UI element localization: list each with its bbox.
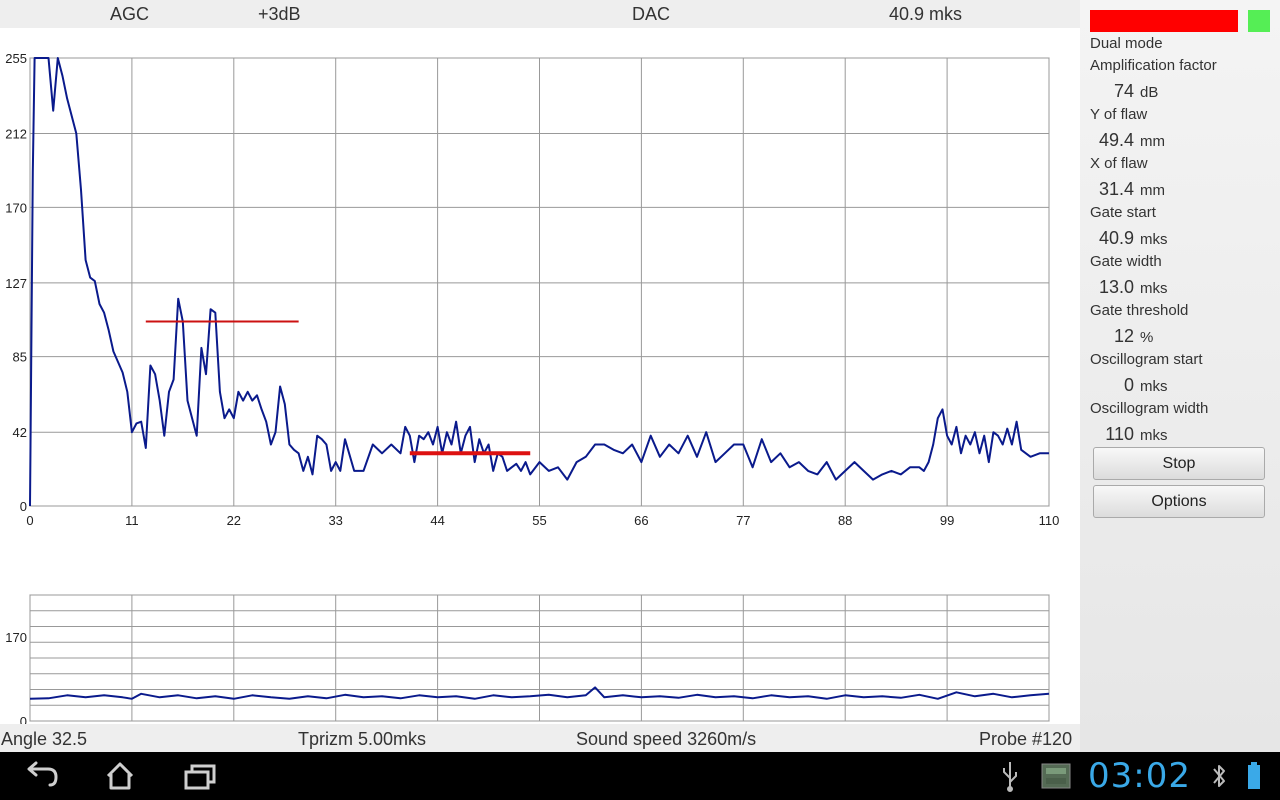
x-tick-label: 22 bbox=[227, 513, 241, 528]
x-of-flaw-label: X of flaw bbox=[1090, 155, 1148, 172]
back-icon[interactable] bbox=[27, 761, 58, 787]
oscillogram-area: 0 11 22 33 44 55 66 77 88 99 110 0 42 85 127 170 212 255 … bbox=[0, 28, 1080, 724]
y-tick-label: 42 bbox=[13, 425, 27, 440]
x-tick-label: 11 bbox=[125, 513, 139, 528]
status-header: AGC +3dB DAC 40.9 mks bbox=[0, 0, 1080, 28]
tprizm-label: Tprizm 5.00mks bbox=[298, 729, 427, 749]
a-scan-chart: 0 11 22 33 44 55 66 77 88 99 110 0 42 85 127 170 212 255 bbox=[5, 51, 1060, 528]
x-tick-label: 66 bbox=[634, 513, 648, 528]
bluetooth-icon bbox=[1213, 765, 1225, 787]
y-tick-label: 212 bbox=[5, 127, 27, 142]
mode-label: Dual mode bbox=[1090, 35, 1163, 52]
y-of-flaw-unit: mm bbox=[1140, 133, 1165, 150]
dac-label: DAC bbox=[632, 4, 671, 24]
gate-start-label: Gate start bbox=[1090, 204, 1156, 221]
usb-icon bbox=[1003, 762, 1017, 792]
oscillogram-width-unit: mks bbox=[1140, 427, 1168, 444]
gallery-icon bbox=[1041, 763, 1071, 789]
gate-threshold-unit: % bbox=[1140, 329, 1154, 346]
probe-label: Probe #120 bbox=[979, 729, 1073, 749]
battery-icon bbox=[1248, 762, 1260, 789]
x-tick-label: 99 bbox=[940, 513, 954, 528]
oscillogram-start-label: Oscillogram start bbox=[1090, 351, 1203, 368]
system-navbar: 03:02 bbox=[0, 752, 1280, 800]
gate-width-label: Gate width bbox=[1090, 253, 1162, 270]
gain-label: +3dB bbox=[258, 4, 301, 24]
y-of-flaw-label: Y of flaw bbox=[1090, 106, 1148, 123]
oscillogram-start-value[interactable]: 0 bbox=[1094, 375, 1134, 396]
alarm-indicator bbox=[1090, 10, 1238, 32]
oscillogram-start-unit: mks bbox=[1140, 378, 1168, 395]
x-tick-label: 44 bbox=[430, 513, 444, 528]
amplification-factor-label: Amplification factor bbox=[1090, 57, 1217, 74]
x-tick-label: 33 bbox=[328, 513, 342, 528]
y-tick-label: 0 bbox=[20, 714, 27, 724]
x-tick-label: 0 bbox=[26, 513, 33, 528]
gate-start-value[interactable]: 40.9 bbox=[1094, 228, 1134, 249]
oscillogram-width-label: Oscillogram width bbox=[1090, 400, 1209, 417]
overview-chart: 0 170 bbox=[5, 594, 1050, 724]
x-tick-label: 77 bbox=[736, 513, 750, 528]
y-tick-label: 85 bbox=[13, 350, 27, 365]
recent-apps-icon[interactable] bbox=[184, 764, 216, 790]
x-tick-label: 55 bbox=[532, 513, 546, 528]
x-of-flaw-value[interactable]: 31.4 bbox=[1094, 179, 1134, 200]
amplification-factor-unit: dB bbox=[1140, 84, 1159, 101]
oscillogram-width-value[interactable]: 110 bbox=[1094, 424, 1134, 445]
x-tick-label: 110 bbox=[1039, 513, 1060, 528]
y-tick-label: 127 bbox=[5, 276, 27, 291]
options-button[interactable]: Options bbox=[1093, 485, 1265, 518]
gate-start-unit: mks bbox=[1140, 231, 1168, 248]
x-tick-label: 88 bbox=[838, 513, 852, 528]
gate-threshold-label: Gate threshold bbox=[1090, 302, 1189, 319]
home-icon[interactable] bbox=[106, 762, 134, 790]
clock: 03:02 bbox=[1088, 756, 1191, 796]
y-tick-label: 255 bbox=[5, 51, 27, 66]
y-tick-label: 170 bbox=[5, 630, 27, 645]
stop-button[interactable]: Stop bbox=[1093, 447, 1265, 480]
status-indicator bbox=[1248, 10, 1270, 32]
gate-time-label: 40.9 mks bbox=[889, 4, 963, 24]
y-tick-label: 170 bbox=[5, 200, 27, 215]
x-of-flaw-unit: mm bbox=[1140, 182, 1165, 199]
y-tick-label: 0 bbox=[20, 499, 27, 514]
angle-label: Angle 32.5 bbox=[1, 729, 88, 749]
amplification-factor-value[interactable]: 74 bbox=[1094, 81, 1134, 102]
sound-speed-label: Sound speed 3260m/s bbox=[576, 729, 757, 749]
settings-panel: Dual mode Amplification factor 74 dB Y of f… bbox=[1080, 0, 1280, 752]
probe-info-bar: Angle 32.5 Tprizm 5.00mks Sound speed 32… bbox=[0, 724, 1080, 752]
gate-width-value[interactable]: 13.0 bbox=[1094, 277, 1134, 298]
y-of-flaw-value[interactable]: 49.4 bbox=[1094, 130, 1134, 151]
agc-label: AGC bbox=[110, 4, 150, 24]
gate-width-unit: mks bbox=[1140, 280, 1168, 297]
gate-threshold-value[interactable]: 12 bbox=[1094, 326, 1134, 347]
